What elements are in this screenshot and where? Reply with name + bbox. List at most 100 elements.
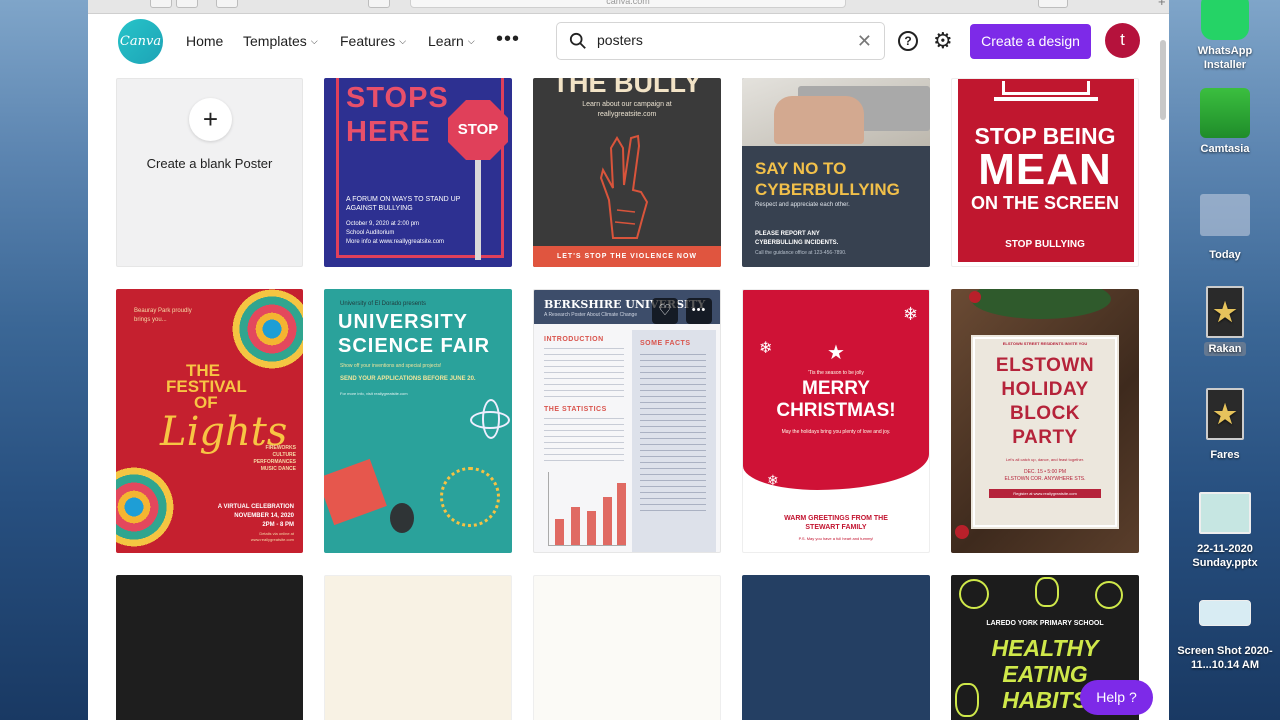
- poster-headline: STOPS: [346, 82, 449, 114]
- desktop-item-fares[interactable]: ★ Fares: [1170, 388, 1280, 462]
- nav-home[interactable]: Home: [186, 33, 223, 49]
- poster-headline: SAY NO TO CYBERBULLYING: [755, 159, 900, 199]
- poster-headline: UNIVERSITY: [338, 311, 469, 333]
- poster-cta: SEND YOUR APPLICATIONS BEFORE JUNE 20.: [340, 376, 476, 382]
- poster-headline: BLOCK: [1009, 403, 1081, 424]
- search-box: ✕: [556, 22, 885, 60]
- poster-body: A FORUM ON WAYS TO STAND UP AGAINST BULL…: [346, 196, 461, 212]
- desktop-item-pptx[interactable]: 22-11-2020 Sunday.pptx: [1170, 492, 1280, 570]
- help-button[interactable]: Help ?: [1080, 680, 1153, 715]
- star-icon: ★: [827, 342, 845, 364]
- nav-templates-label: Templates: [243, 33, 307, 49]
- chevron-down-icon: ⌵: [399, 35, 407, 46]
- desktop-item-today[interactable]: Today: [1170, 194, 1280, 262]
- template-card[interactable]: Beauray Park proudly brings you... THE F…: [116, 289, 303, 553]
- poster-headline: ON THE SCREEN: [970, 193, 1120, 213]
- poster-headline: HEALTHY: [991, 635, 1099, 661]
- template-card[interactable]: [324, 575, 512, 720]
- atom-icon: [482, 399, 500, 439]
- desktop-item-label: 22-11-2020 Sunday.pptx: [1192, 543, 1258, 569]
- nav-features[interactable]: Features ⌵: [340, 33, 406, 49]
- template-card[interactable]: University of El Dorado presents UNIVERS…: [324, 289, 512, 553]
- plus-icon: +: [189, 98, 232, 141]
- snowflake-icon: ❄: [767, 472, 779, 488]
- section-heading: INTRODUCTION: [544, 336, 604, 343]
- poster-intro: ELSTOWN STREET RESIDENTS INVITE YOU: [1002, 341, 1088, 346]
- poster-intro: LAREDO YORK PRIMARY SCHOOL: [986, 620, 1104, 627]
- template-card[interactable]: BERKSHIRE UNIVERSITY A Research Poster A…: [533, 289, 721, 553]
- template-card[interactable]: STOPS HERE STOP A FORUM ON WAYS TO STAND…: [324, 78, 512, 267]
- forward-button[interactable]: [176, 0, 198, 8]
- fruit-icon: [1095, 581, 1123, 609]
- nav-learn[interactable]: Learn ⌵: [428, 33, 475, 49]
- molecule-illustration: [440, 467, 500, 527]
- desktop-item-camtasia[interactable]: Camtasia: [1170, 88, 1280, 156]
- desktop-item-whatsapp[interactable]: WhatsApp Installer: [1170, 0, 1280, 72]
- more-options-icon[interactable]: •••: [496, 28, 520, 51]
- desktop-item-label: Screen Shot 2020-11...10.14 AM: [1177, 645, 1273, 671]
- poster-body: PLEASE REPORT ANY CYBERBULLING INCIDENTS…: [755, 231, 839, 246]
- template-card[interactable]: THE BULLY Learn about our campaign at re…: [533, 78, 721, 267]
- poster-headline: HERE: [346, 116, 431, 148]
- gear-icon[interactable]: ⚙: [933, 28, 953, 54]
- poster-headline: ELSTOWN: [995, 355, 1095, 376]
- nav-features-label: Features: [340, 33, 396, 49]
- template-grid: + Create a blank Poster STOPS HERE STOP …: [88, 78, 1169, 720]
- star-file-icon: ★: [1206, 388, 1244, 440]
- download-button[interactable]: [1038, 0, 1068, 8]
- poster-sub: Show off your inventions and special pro…: [340, 363, 442, 369]
- template-card[interactable]: [533, 575, 721, 720]
- camtasia-icon: [1200, 88, 1250, 138]
- address-bar[interactable]: canva.com: [410, 0, 846, 8]
- safari-toolbar: canva.com +: [88, 0, 1169, 14]
- poster-small: For more info, visit reallygreatsite.com: [340, 391, 408, 396]
- template-card[interactable]: STOP BEING MEAN ON THE SCREEN STOP BULLY…: [951, 78, 1139, 267]
- new-tab-button[interactable]: +: [1158, 0, 1166, 9]
- snowflake-icon: ❄: [903, 304, 919, 324]
- template-card[interactable]: SAY NO TO CYBERBULLYING Respect and appr…: [742, 78, 930, 267]
- poster-headline: BERKSHIRE UNIVERSITY: [544, 298, 706, 311]
- more-options-icon[interactable]: •••: [686, 298, 712, 324]
- fruit-icon: [1035, 577, 1059, 607]
- sidebar-button[interactable]: [216, 0, 238, 8]
- nav-learn-label: Learn: [428, 33, 464, 49]
- template-card[interactable]: [116, 575, 303, 720]
- stop-sign-label: STOP: [457, 121, 499, 138]
- desktop-item-rakan[interactable]: ★ Rakan: [1170, 286, 1280, 356]
- text-placeholder: [544, 418, 624, 464]
- poster-footer: STOP BULLYING: [1005, 239, 1085, 250]
- poster-headline: MEAN: [978, 145, 1112, 194]
- shield-icon[interactable]: [368, 0, 390, 8]
- poster-sub: Respect and appreciate each other.: [755, 202, 850, 208]
- favorite-heart-icon[interactable]: ♡: [652, 298, 678, 324]
- template-card[interactable]: [742, 575, 930, 720]
- poster-small: P.S. May you have a full heart and tummy…: [798, 536, 874, 541]
- hands-photo: [774, 96, 864, 144]
- search-input[interactable]: [597, 32, 837, 48]
- folder-icon: [1200, 194, 1250, 236]
- desktop-item-screenshot[interactable]: Screen Shot 2020-11...10.14 AM: [1170, 600, 1280, 672]
- template-card[interactable]: ★ ❄ ❄ ❄ ❄ 'Tis the season to be jolly ME…: [742, 289, 930, 553]
- help-icon[interactable]: ?: [898, 31, 918, 51]
- back-button[interactable]: [150, 0, 172, 8]
- whatsapp-icon: [1201, 0, 1249, 40]
- create-design-button[interactable]: Create a design: [970, 24, 1091, 59]
- blank-poster-card[interactable]: + Create a blank Poster: [116, 78, 303, 267]
- poster-sub: Let's all catch up, dance, and feast tog…: [1005, 457, 1085, 462]
- close-icon[interactable]: ✕: [857, 31, 872, 52]
- poster-sub: May the holidays bring you plenty of lov…: [781, 429, 891, 435]
- avatar[interactable]: t: [1105, 23, 1140, 58]
- canva-logo[interactable]: Canva: [118, 19, 163, 64]
- poster-details: October 9, 2020 at 2:00 pm School Audito…: [346, 221, 445, 245]
- page-scrollbar[interactable]: [1160, 40, 1166, 120]
- ornament-icon: [955, 525, 969, 539]
- nav-templates[interactable]: Templates ⌵: [243, 33, 318, 49]
- snowflake-icon: ❄: [899, 478, 913, 495]
- text-placeholder: [640, 354, 706, 514]
- poster-sub: Learn about our campaign at reallygreats…: [582, 101, 672, 118]
- poster-headline: HOLIDAY: [1001, 379, 1089, 400]
- template-card[interactable]: ELSTOWN STREET RESIDENTS INVITE YOU ELST…: [951, 289, 1139, 553]
- desktop-item-label: Rakan: [1204, 342, 1246, 356]
- microscope-illustration: [390, 503, 414, 533]
- screenshot-file-icon: [1199, 600, 1251, 626]
